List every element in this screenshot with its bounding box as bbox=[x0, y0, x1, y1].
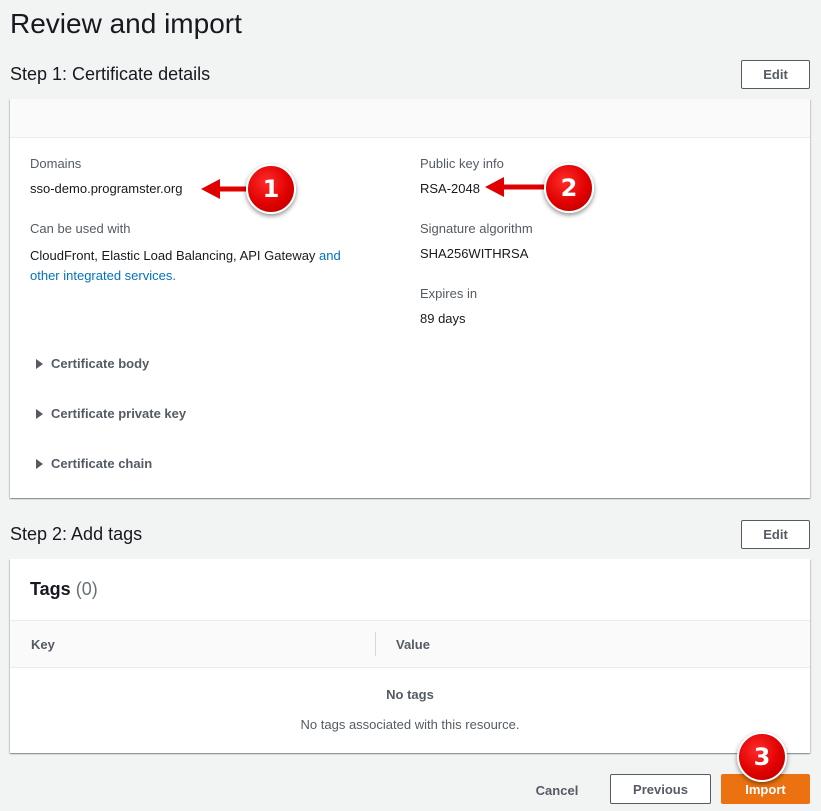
annotation-arrow-1 bbox=[201, 179, 251, 199]
annotation-arrow-2 bbox=[485, 177, 549, 197]
annotation-badge-3: 3 bbox=[737, 732, 787, 782]
annotation-arrows bbox=[201, 177, 549, 199]
annotation-badge-1: 1 bbox=[246, 164, 296, 214]
annotation-badge-2: 2 bbox=[544, 163, 594, 213]
